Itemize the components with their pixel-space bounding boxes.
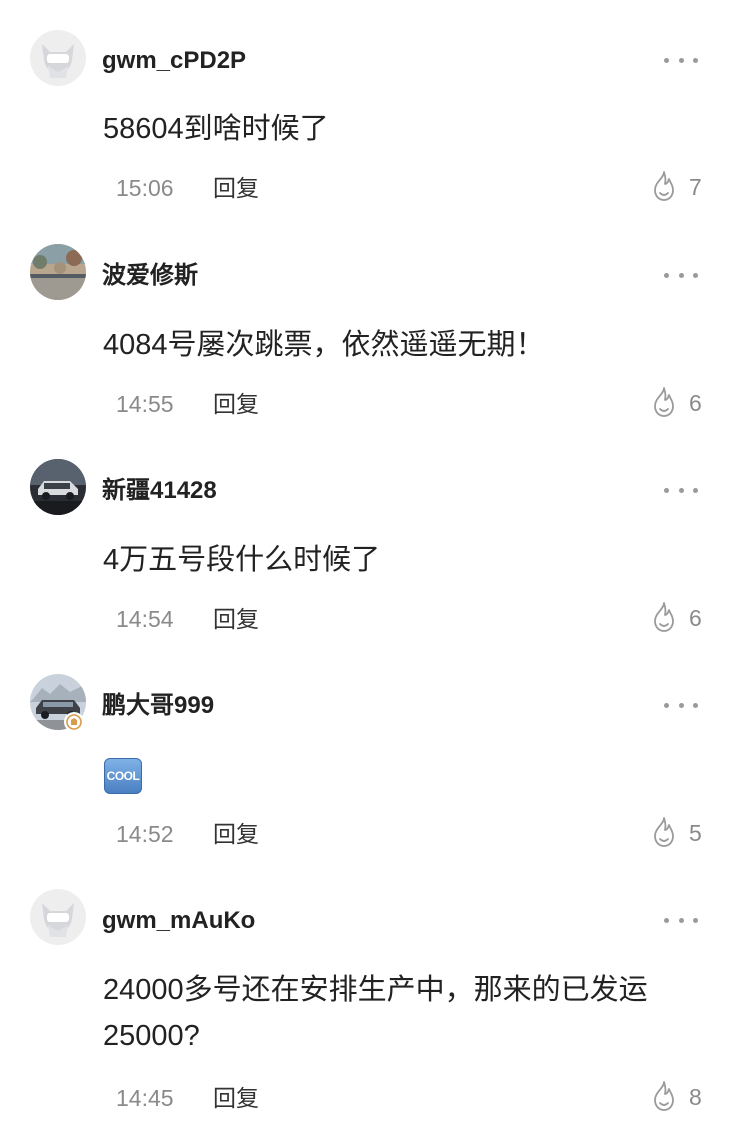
- comment-text: 4万五号段什么时候了: [103, 544, 381, 576]
- username[interactable]: gwm_mAuKo: [102, 906, 255, 936]
- reply-button[interactable]: 回复: [213, 1083, 259, 1113]
- username[interactable]: 波爱修斯: [102, 261, 198, 291]
- username[interactable]: 鹏大哥999: [102, 691, 214, 721]
- more-options-icon[interactable]: [664, 53, 698, 67]
- more-options-icon[interactable]: [664, 913, 698, 927]
- more-options-icon[interactable]: [664, 268, 698, 282]
- comment-time: 15:06: [116, 175, 174, 201]
- robot-avatar-icon[interactable]: [30, 889, 86, 945]
- comment-time: 14:54: [116, 606, 174, 632]
- reply-button[interactable]: 回复: [213, 604, 259, 634]
- reply-button[interactable]: 回复: [213, 389, 259, 419]
- comment-time: 14:52: [116, 821, 174, 847]
- flame-like-icon[interactable]: [650, 816, 678, 848]
- like-count: 6: [689, 605, 702, 631]
- car-photo-avatar[interactable]: [30, 459, 86, 515]
- flame-like-icon[interactable]: [650, 170, 678, 202]
- username[interactable]: 新疆41428: [102, 476, 217, 506]
- reply-button[interactable]: 回复: [213, 173, 259, 203]
- more-options-icon[interactable]: [664, 483, 698, 497]
- like-count: 8: [689, 1084, 702, 1110]
- flame-like-icon[interactable]: [650, 386, 678, 418]
- comment-time: 14:55: [116, 391, 174, 417]
- comment-text: 4084号屡次跳票，依然遥遥无期！: [103, 329, 545, 361]
- cool-emoji: COOL: [104, 758, 142, 794]
- username[interactable]: gwm_cPD2P: [102, 46, 246, 76]
- photo-avatar[interactable]: [30, 244, 86, 300]
- comment-text: 58604到啥时候了: [103, 113, 329, 145]
- like-count: 6: [689, 390, 702, 416]
- reply-button[interactable]: 回复: [213, 819, 259, 849]
- user-badge-icon: [64, 712, 84, 732]
- like-count: 5: [689, 820, 702, 846]
- flame-like-icon[interactable]: [650, 1080, 678, 1112]
- more-options-icon[interactable]: [664, 698, 698, 712]
- robot-avatar-icon[interactable]: [30, 30, 86, 86]
- comment-text: 24000多号还在安排生产中，那来的已发运25000?: [103, 974, 648, 1052]
- like-count: 7: [689, 174, 702, 200]
- comment-time: 14:45: [116, 1085, 174, 1111]
- flame-like-icon[interactable]: [650, 601, 678, 633]
